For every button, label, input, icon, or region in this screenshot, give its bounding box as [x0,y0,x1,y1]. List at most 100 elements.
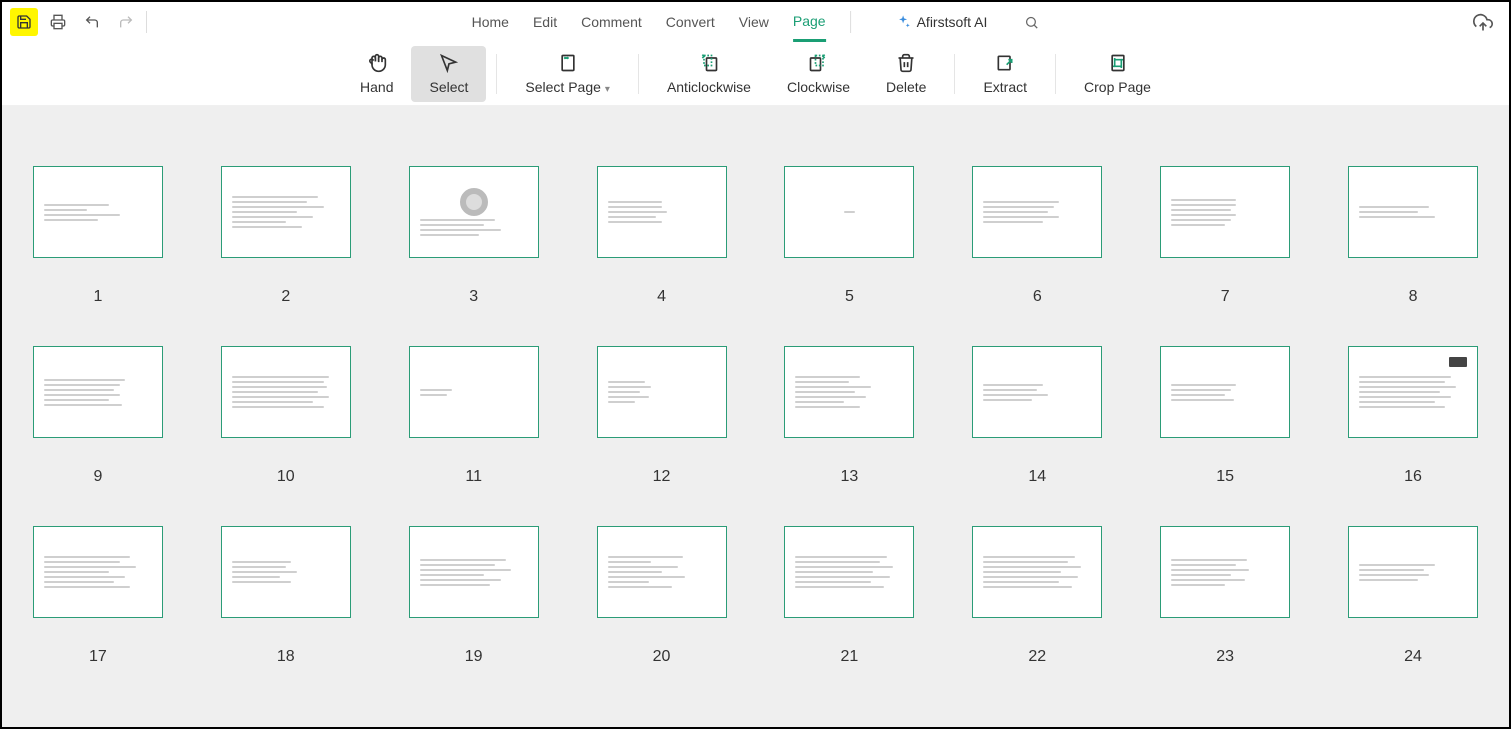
page-number-label: 16 [1404,468,1422,486]
page-thumbnail-cell: 5 [756,166,944,306]
crop-icon [1108,53,1128,73]
page-thumbnail-cell: 12 [568,346,756,486]
print-icon [50,14,66,30]
crop-page-button[interactable]: Crop Page [1066,46,1169,102]
page-thumbnail[interactable] [409,346,539,438]
rotate-cw-icon [808,53,828,73]
page-thumbnail-cell: 10 [192,346,380,486]
page-number-label: 22 [1028,648,1046,666]
undo-icon [84,14,100,30]
page-thumbnail[interactable] [784,166,914,258]
page-thumbnail[interactable] [1160,346,1290,438]
select-tool[interactable]: Select [411,46,486,102]
tool-label: Delete [886,79,926,95]
page-thumbnail-cell: 22 [943,526,1131,666]
separator [496,54,497,94]
page-thumbnail-cell: 23 [1131,526,1319,666]
rotate-anticlockwise-button[interactable]: Anticlockwise [649,46,769,102]
page-thumbnail-cell: 7 [1131,166,1319,306]
print-button[interactable] [44,8,72,36]
page-number-label: 1 [93,288,102,306]
page-thumbnail-cell: 9 [4,346,192,486]
tool-label: Select Page [525,79,610,95]
page-thumbnail[interactable] [409,166,539,258]
page-thumbnail[interactable] [33,346,163,438]
page-thumbnail-cell: 15 [1131,346,1319,486]
page-number-label: 18 [277,648,295,666]
select-page-icon [558,53,578,73]
tool-label: Clockwise [787,79,850,95]
top-bar: Home Edit Comment Convert View Page Afir… [2,2,1509,42]
page-thumbnail[interactable] [597,166,727,258]
page-thumbnail[interactable] [33,166,163,258]
rotate-ccw-icon [699,53,719,73]
page-toolbar: Hand Select Select Page Anticlockwise Cl… [2,42,1509,106]
save-icon [16,14,32,30]
page-thumbnail[interactable] [221,166,351,258]
page-thumbnail-cell: 16 [1319,346,1507,486]
page-thumbnail[interactable] [784,346,914,438]
page-thumbnail[interactable] [597,346,727,438]
separator [954,54,955,94]
rotate-clockwise-button[interactable]: Clockwise [769,46,868,102]
page-thumbnail[interactable] [221,526,351,618]
search-button[interactable] [1023,14,1039,30]
main-menu: Home Edit Comment Convert View Page Afir… [472,2,1040,42]
page-thumbnail-cell: 24 [1319,526,1507,666]
cursor-icon [439,53,459,73]
tab-home[interactable]: Home [472,2,509,42]
page-thumbnail[interactable] [1160,526,1290,618]
sparkle-icon [895,14,911,30]
save-button[interactable] [10,8,38,36]
page-thumbnails-area[interactable]: 1 2 3 4 5 6 7 8 9 10 11 12 13 14 15 16 1… [2,106,1509,727]
page-number-label: 9 [93,468,102,486]
page-number-label: 24 [1404,648,1422,666]
tab-comment[interactable]: Comment [581,2,642,42]
page-thumbnail[interactable] [1348,166,1478,258]
page-thumbnail-cell: 8 [1319,166,1507,306]
page-number-label: 10 [277,468,295,486]
page-thumbnail-cell: 6 [943,166,1131,306]
page-thumbnail[interactable] [784,526,914,618]
page-thumbnail-cell: 14 [943,346,1131,486]
extract-icon [995,53,1015,73]
separator [850,11,851,33]
page-thumbnail[interactable] [972,526,1102,618]
page-thumbnail[interactable] [221,346,351,438]
cloud-upload-button[interactable] [1469,9,1497,37]
page-thumbnail[interactable] [33,526,163,618]
page-number-label: 5 [845,288,854,306]
undo-button[interactable] [78,8,106,36]
delete-page-button[interactable]: Delete [868,46,944,102]
page-number-label: 23 [1216,648,1234,666]
select-page-dropdown[interactable]: Select Page [507,46,628,102]
page-number-label: 7 [1221,288,1230,306]
page-thumbnail[interactable] [409,526,539,618]
page-thumbnail[interactable] [597,526,727,618]
extract-page-button[interactable]: Extract [965,46,1045,102]
page-number-label: 19 [465,648,483,666]
page-thumbnail-cell: 21 [756,526,944,666]
page-thumbnail[interactable] [972,346,1102,438]
tab-edit[interactable]: Edit [533,2,557,42]
page-thumbnail[interactable] [1160,166,1290,258]
page-number-label: 14 [1028,468,1046,486]
page-thumbnail[interactable] [1348,526,1478,618]
page-number-label: 3 [469,288,478,306]
thumbnail-grid: 1 2 3 4 5 6 7 8 9 10 11 12 13 14 15 16 1… [4,166,1507,706]
redo-button[interactable] [112,8,140,36]
tab-convert[interactable]: Convert [666,2,715,42]
cloud-upload-icon [1473,13,1493,33]
page-thumbnail[interactable] [972,166,1102,258]
tab-page[interactable]: Page [793,2,826,42]
ai-label: Afirstsoft AI [917,14,988,30]
separator [638,54,639,94]
page-thumbnail-cell: 13 [756,346,944,486]
tab-view[interactable]: View [739,2,769,42]
page-number-label: 2 [281,288,290,306]
page-number-label: 13 [841,468,859,486]
page-thumbnail[interactable] [1348,346,1478,438]
hand-tool[interactable]: Hand [342,46,411,102]
ai-assistant-link[interactable]: Afirstsoft AI [895,14,988,30]
page-number-label: 21 [841,648,859,666]
